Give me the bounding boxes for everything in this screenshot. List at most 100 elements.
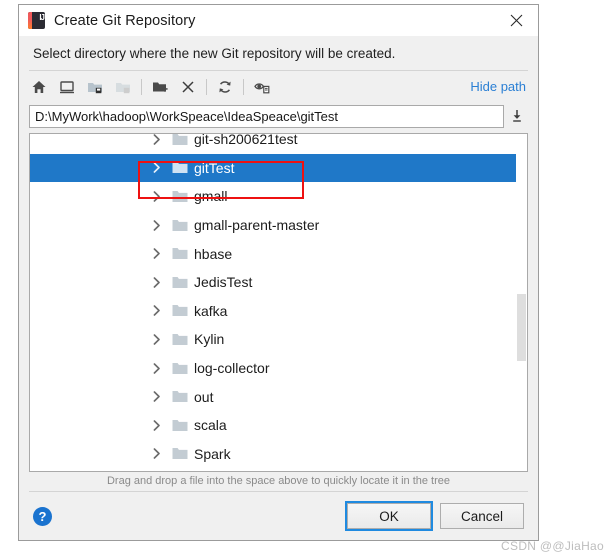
tree-scrollbar[interactable]: [516, 134, 527, 471]
expand-arrow-button[interactable]: [150, 391, 164, 402]
folder-icon: [172, 162, 188, 174]
tree-row-label: log-collector: [194, 360, 270, 377]
folder-icon-wrap: [172, 447, 190, 460]
expand-arrow-button[interactable]: [150, 305, 164, 317]
insert-path-icon: [513, 110, 521, 122]
create-git-repository-dialog: Create Git Repository Select directory w…: [18, 4, 539, 541]
folder-icon-wrap: [172, 219, 190, 232]
folder-icon: [172, 419, 188, 431]
home-icon: [32, 80, 46, 93]
home-button[interactable]: [25, 74, 53, 100]
chevron-right-icon: [153, 448, 160, 460]
new-folder-button[interactable]: [146, 74, 174, 100]
folder-icon-wrap: [172, 333, 190, 346]
tree-row[interactable]: gmall-parent-master: [30, 211, 527, 240]
chevron-right-icon: [153, 391, 160, 402]
watermark: CSDN @@JiaHao: [501, 539, 604, 553]
cancel-button[interactable]: Cancel: [440, 503, 524, 529]
chevron-right-icon: [153, 305, 160, 317]
toolbar-separator: [206, 78, 207, 95]
tree-row-label: out: [194, 388, 214, 405]
folder-icon: [172, 219, 188, 231]
dialog-title: Create Git Repository: [54, 12, 196, 29]
tree-row[interactable]: Kylin: [30, 325, 527, 354]
tree-row-label: gmall-parent-master: [194, 217, 320, 234]
folder-icon: [172, 448, 188, 460]
tree-row[interactable]: git-sh200621test: [30, 134, 527, 154]
folder-icon-wrap: [172, 247, 190, 260]
expand-arrow-button[interactable]: [150, 276, 164, 288]
tree-row-label: Spark: [194, 445, 231, 462]
folder-icon-wrap: [172, 362, 190, 375]
folder-icon-wrap: [172, 190, 190, 203]
tree-row[interactable]: spark-etl: [30, 468, 527, 471]
expand-arrow-button[interactable]: [150, 419, 164, 431]
expand-arrow-button[interactable]: [150, 191, 164, 202]
tree-scrollbar-thumb[interactable]: [517, 294, 526, 361]
insert-path-button[interactable]: [504, 105, 530, 128]
tree-row[interactable]: hbase: [30, 239, 527, 268]
expand-arrow-button[interactable]: [150, 334, 164, 345]
tree-row[interactable]: gmall: [30, 182, 527, 211]
show-hidden-files-button[interactable]: [248, 74, 276, 100]
help-button[interactable]: ?: [33, 506, 52, 526]
folder-icon: [172, 134, 188, 145]
tree-row[interactable]: scala: [30, 411, 527, 440]
hide-path-link[interactable]: Hide path: [470, 79, 526, 94]
tree-row[interactable]: kafka: [30, 297, 527, 326]
folder-icon-wrap: [172, 161, 190, 174]
folder-icon: [172, 305, 188, 317]
expand-arrow-button[interactable]: [150, 248, 164, 259]
expand-arrow-button[interactable]: [150, 219, 164, 231]
close-icon: [510, 14, 522, 27]
tree-row-label: Kylin: [194, 331, 225, 348]
ok-button[interactable]: OK: [345, 501, 433, 531]
module-folder-button: [109, 74, 137, 100]
refresh-icon: [219, 80, 231, 93]
desktop-icon: [60, 80, 74, 93]
directory-tree[interactable]: git-sh200621test gitTest gmall gmall-parent…: [29, 133, 528, 472]
path-row: D:\MyWork\hadoop\WorkSpeace\IdeaSpeace\g…: [19, 102, 538, 130]
folder-icon-wrap: [172, 276, 190, 289]
desktop-button[interactable]: [53, 74, 81, 100]
chevron-right-icon: [153, 219, 160, 231]
directory-tree-rows: git-sh200621test gitTest gmall gmall-parent…: [30, 134, 527, 471]
chevron-right-icon: [153, 334, 160, 345]
chevron-right-icon: [153, 162, 160, 174]
expand-arrow-button[interactable]: [150, 362, 164, 374]
tree-row[interactable]: out: [30, 382, 527, 411]
module-folder-icon: [116, 82, 130, 93]
chevron-right-icon: [153, 419, 160, 431]
drag-drop-hint: Drag and drop a file into the space abov…: [106, 475, 451, 487]
close-button[interactable]: [494, 5, 538, 36]
path-input[interactable]: D:\MyWork\hadoop\WorkSpeace\IdeaSpeace\g…: [29, 104, 504, 128]
expand-arrow-button[interactable]: [150, 162, 164, 174]
intellij-idea-icon: [28, 12, 45, 29]
folder-icon: [172, 391, 188, 403]
tree-row-label: JedisTest: [194, 274, 253, 291]
new-folder-icon: [153, 82, 168, 92]
dialog-prompt: Select directory where the new Git repos…: [33, 45, 396, 61]
chevron-right-icon: [153, 276, 160, 288]
project-folder-button[interactable]: [81, 74, 109, 100]
folder-icon: [172, 362, 188, 374]
dialog-footer: ? OK Cancel: [19, 492, 538, 540]
tree-row-label: kafka: [194, 302, 228, 319]
delete-icon: [182, 80, 194, 93]
chevron-right-icon: [153, 362, 160, 374]
tree-row[interactable]: Spark: [30, 440, 527, 469]
delete-button[interactable]: [174, 74, 202, 100]
tree-row[interactable]: log-collector: [30, 354, 527, 383]
chevron-right-icon: [153, 134, 160, 145]
refresh-button[interactable]: [211, 74, 239, 100]
expand-arrow-button[interactable]: [150, 134, 164, 145]
chevron-right-icon: [153, 248, 160, 259]
folder-icon-wrap: [172, 390, 190, 403]
expand-arrow-button[interactable]: [150, 448, 164, 460]
file-chooser-toolbar: Hide path: [19, 71, 538, 102]
tree-row-label: gmall: [194, 188, 228, 205]
folder-icon: [172, 248, 188, 260]
tree-row-selected[interactable]: gitTest: [30, 153, 527, 183]
show-hidden-files-icon: [254, 82, 270, 93]
tree-row[interactable]: JedisTest: [30, 268, 527, 297]
